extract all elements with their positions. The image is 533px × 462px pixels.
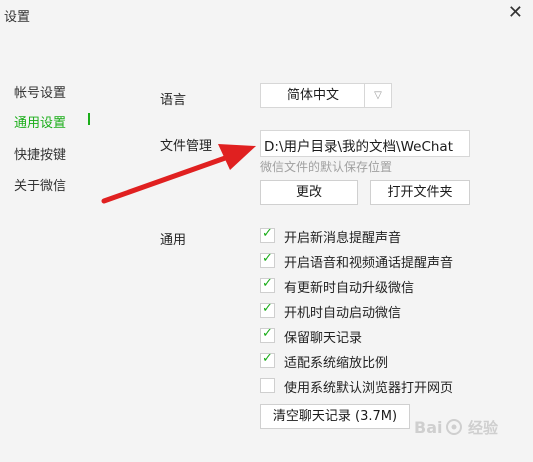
- baidu-logo-icon: Bai 经验: [414, 418, 499, 437]
- svg-text:Bai: Bai: [414, 418, 442, 437]
- red-arrow-annotation: [101, 144, 256, 204]
- watermark: Bai 经验: [412, 411, 527, 445]
- svg-text:经验: 经验: [468, 419, 499, 437]
